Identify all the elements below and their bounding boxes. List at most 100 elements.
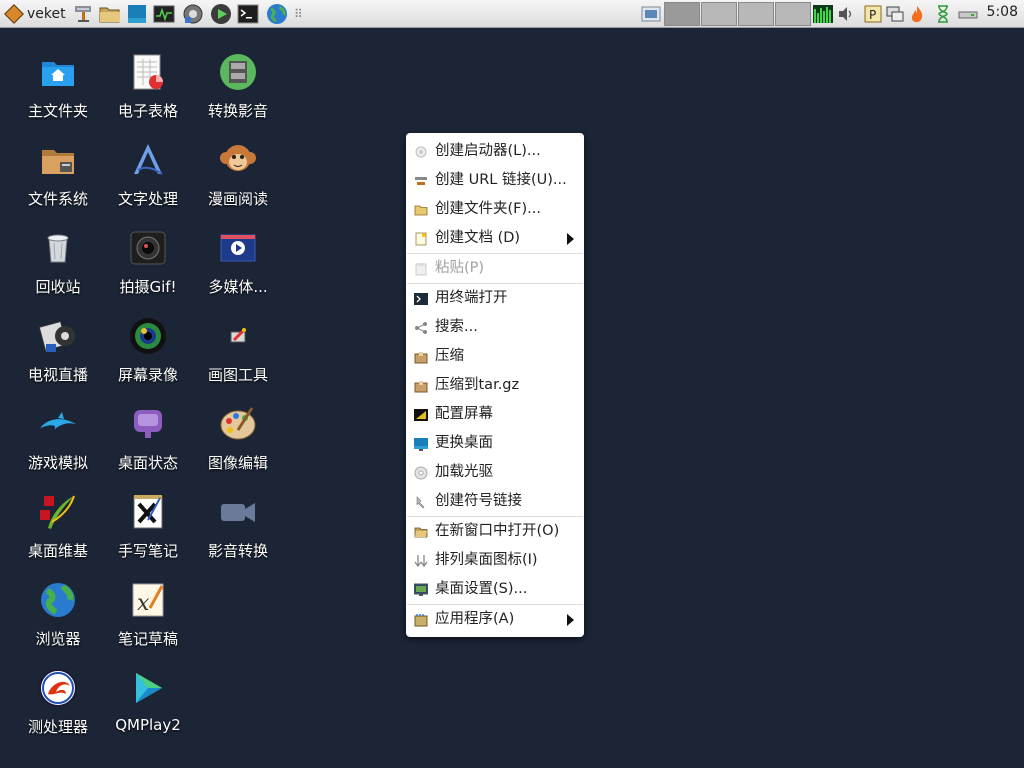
abiword-icon [134, 144, 163, 175]
paste-icon [415, 263, 427, 276]
parking-icon: P [864, 5, 882, 23]
desktop-icon-trash[interactable]: 回收站 [14, 228, 102, 314]
launcher-icon [415, 146, 427, 158]
workspace-2[interactable] [701, 2, 737, 26]
terminal-launcher[interactable] [237, 3, 259, 25]
desktop-icon-label: 漫画阅读 [207, 190, 268, 208]
cdrom-icon [414, 466, 428, 480]
menu-item-compress[interactable]: 压缩 [406, 342, 584, 371]
desktop-icon-label: 回收站 [35, 278, 81, 296]
menu-item-label: 压缩 [435, 348, 464, 364]
desktop-icon-media-converter[interactable]: 转换影音 [194, 52, 282, 138]
desktop-icon-label: 测处理器 [27, 718, 88, 736]
start-menu-button[interactable]: veket [4, 3, 74, 25]
workspace-3[interactable] [738, 2, 774, 26]
menu-item-label: 创建文件夹(F)... [435, 201, 541, 217]
cpu-graph-icon [813, 5, 833, 23]
desktop-icon-word-processor[interactable]: 文字处理 [104, 140, 192, 226]
menu-item-label: 加载光驱 [435, 464, 493, 480]
media-player-launcher[interactable] [182, 3, 204, 25]
desktop-icon-tv[interactable]: 电视直播 [14, 316, 102, 402]
desktop-icon-label: 多媒体... [208, 278, 268, 296]
workspace-4[interactable] [775, 2, 811, 26]
quill-icon [40, 495, 75, 529]
drive-tray[interactable] [958, 5, 978, 23]
show-desktop-button[interactable] [640, 3, 662, 25]
volume-tray[interactable] [837, 5, 855, 23]
menu-item-create-url-link[interactable]: 创建 URL 链接(U)... [406, 166, 584, 195]
menu-item-applications[interactable]: 应用程序(A) [406, 605, 584, 634]
play-launcher[interactable] [210, 3, 232, 25]
desktop-icon-label: 手写笔记 [117, 542, 178, 560]
desktop-icon-comic-reader[interactable]: 漫画阅读 [194, 140, 282, 226]
desktop-icon-label: 转换影音 [207, 102, 268, 120]
desktop-icon-processor-test[interactable]: 测处理器 [14, 668, 102, 754]
menu-item-change-wallpaper[interactable]: 更换桌面 [406, 429, 584, 458]
desktop-icon-filesystem[interactable]: 文件系统 [14, 140, 102, 226]
menu-item-label: 桌面设置(S)... [435, 581, 528, 597]
menu-item-label: 压缩到tar.gz [435, 377, 520, 393]
desktop-icon-label: 游戏模拟 [27, 454, 88, 472]
cpu-graph-tray[interactable] [813, 5, 833, 23]
menu-item-search[interactable]: 搜索... [406, 313, 584, 342]
menu-item-label: 排列桌面图标(I) [435, 552, 538, 568]
desktop-icon-image-editor[interactable]: 图像编辑 [194, 404, 282, 490]
desktop-icon-wiki[interactable]: 桌面维基 [14, 492, 102, 578]
desktop-icon-qmplay2[interactable]: QMPlay2 [104, 668, 192, 754]
desktop-icon-game-emulator[interactable]: 游戏模拟 [14, 404, 102, 490]
desktop-launcher[interactable] [126, 3, 148, 25]
menu-item-label: 创建启动器(L)... [435, 143, 541, 159]
monkey-icon [220, 145, 256, 171]
folder-open-icon [414, 527, 428, 538]
qmplay2-icon [136, 673, 162, 703]
desktop-icon-multimedia[interactable]: 多媒体... [194, 228, 282, 314]
desktop-icon-spreadsheet[interactable]: 电子表格 [104, 52, 192, 138]
network-status-icon [886, 6, 904, 22]
menu-item-configure-screen[interactable]: 配置屏幕 [406, 400, 584, 429]
menu-item-create-document[interactable]: 创建文档 (D) [406, 224, 584, 253]
timer-tray[interactable] [934, 5, 952, 23]
desktop-icon-paint[interactable]: 画图工具 [194, 316, 282, 402]
drive-folder-icon [42, 150, 74, 174]
menu-item-open-terminal[interactable]: 用终端打开 [406, 284, 584, 313]
desktop-icon-video-converter[interactable]: 影音转换 [194, 492, 282, 578]
menu-item-create-symlink[interactable]: 创建符号链接 [406, 487, 584, 516]
menu-item-arrange-icons[interactable]: 排列桌面图标(I) [406, 546, 584, 575]
desktop-icon-handwriting[interactable]: 手写笔记 [104, 492, 192, 578]
desktop-icon-screen-recorder[interactable]: 屏幕录像 [104, 316, 192, 402]
speaker-icon [839, 7, 852, 21]
submenu-arrow-icon [567, 614, 574, 626]
converter-icon [220, 54, 256, 90]
firewall-tray[interactable] [908, 5, 926, 23]
new-folder-icon [414, 205, 428, 216]
file-manager-launcher[interactable] [99, 3, 121, 25]
system-monitor-icon [153, 5, 175, 23]
desktop-icon-browser[interactable]: 浏览器 [14, 580, 102, 666]
desktop-icon-home[interactable]: 主文件夹 [14, 52, 102, 138]
browser-launcher[interactable] [266, 3, 288, 25]
desktop-icon-label: 桌面维基 [27, 542, 88, 560]
desktop-icon-desktop-status[interactable]: 桌面状态 [104, 404, 192, 490]
menu-item-label: 配置屏幕 [435, 406, 493, 422]
swirl-icon [39, 669, 77, 707]
clock[interactable]: 5:08 [987, 4, 1018, 20]
show-desktop-icon [641, 6, 661, 22]
parking-tray[interactable]: P [864, 5, 882, 23]
panel-separator: ⠿ [294, 7, 303, 21]
menu-item-label: 创建 URL 链接(U)... [435, 172, 567, 188]
network-launcher[interactable] [72, 3, 94, 25]
menu-item-desktop-settings[interactable]: 桌面设置(S)... [406, 575, 584, 604]
menu-item-create-folder[interactable]: 创建文件夹(F)... [406, 195, 584, 224]
desktop-icon-notes[interactable]: x 笔记草稿 [104, 580, 192, 666]
menu-item-mount-cdrom[interactable]: 加载光驱 [406, 458, 584, 487]
network-tray[interactable] [886, 5, 904, 23]
menu-item-compress-targz[interactable]: 压缩到tar.gz [406, 371, 584, 400]
workspace-1[interactable] [664, 2, 700, 26]
menu-item-open-new-window[interactable]: 在新窗口中打开(O) [406, 517, 584, 546]
system-monitor-launcher[interactable] [153, 3, 175, 25]
media-player-icon [183, 4, 203, 24]
menu-item-label: 在新窗口中打开(O) [435, 523, 560, 539]
menu-item-create-launcher[interactable]: 创建启动器(L)... [406, 137, 584, 166]
desktop-settings-icon [414, 583, 428, 596]
desktop-icon-gif-capture[interactable]: 拍摄Gif! [104, 228, 192, 314]
